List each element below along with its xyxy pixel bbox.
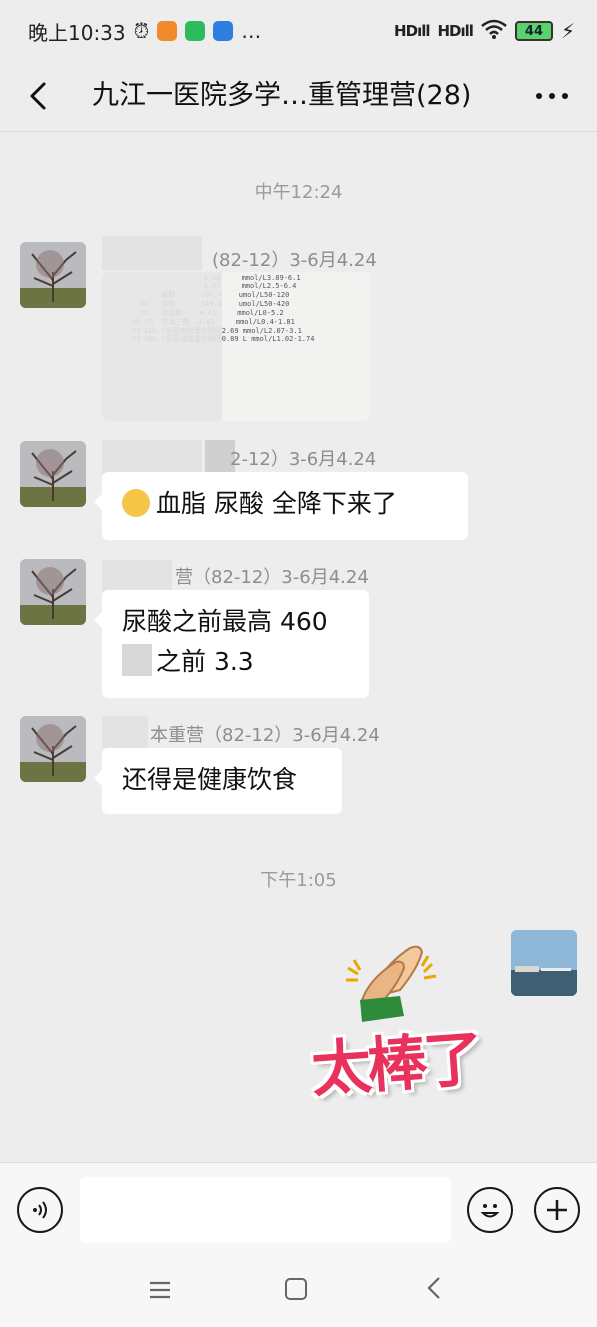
home-icon[interactable] bbox=[285, 1278, 307, 1300]
sender-name: 营（82-12）3-6月4.24 bbox=[175, 567, 369, 588]
back-chevron-icon[interactable] bbox=[22, 76, 58, 116]
header-divider bbox=[0, 131, 597, 132]
avatar[interactable] bbox=[20, 716, 86, 782]
sender-name: 本重营（82-12）3-6月4.24 bbox=[150, 725, 380, 746]
chat-timestamp: 下午1:05 bbox=[260, 870, 337, 891]
grin-emoji-icon bbox=[122, 489, 150, 517]
system-nav-bar bbox=[0, 1258, 597, 1327]
signal-icon: HDıll bbox=[394, 22, 430, 40]
blurred-name bbox=[102, 440, 202, 474]
chat-title[interactable]: 九江一医院多学…重管理营(28) bbox=[92, 74, 492, 118]
charging-icon: ⚡︎ bbox=[560, 19, 575, 43]
sender-name: 2-12）3-6月4.24 bbox=[230, 449, 377, 470]
self-avatar[interactable] bbox=[511, 930, 577, 996]
clapping-sticker[interactable]: 太棒了 bbox=[300, 938, 490, 1108]
plus-icon[interactable] bbox=[534, 1187, 580, 1233]
battery-icon: 44 bbox=[514, 21, 553, 41]
blurred-name bbox=[102, 236, 202, 270]
emoji-icon[interactable] bbox=[467, 1187, 513, 1233]
more-dots-icon[interactable] bbox=[532, 76, 572, 116]
message-text-line2: 之前 3.3 bbox=[122, 642, 349, 682]
map-notification-icon bbox=[213, 21, 234, 41]
back-icon[interactable] bbox=[424, 1272, 444, 1304]
phone-notification-icon bbox=[185, 21, 206, 41]
avatar[interactable] bbox=[20, 559, 86, 625]
more-notifications-icon: … bbox=[241, 19, 262, 43]
status-bar: 晚上10:33 ⏰︎ … HDıll HDıll 44 ⚡︎ bbox=[0, 0, 597, 62]
sticker-text: 太棒了 bbox=[309, 1024, 482, 1106]
signal-icon-2: HDıll bbox=[437, 22, 474, 40]
input-bar bbox=[0, 1162, 597, 1258]
message-text: 血脂 尿酸 全降下来了 bbox=[156, 489, 397, 518]
wifi-icon bbox=[481, 19, 507, 44]
blurred-text bbox=[122, 644, 152, 676]
message-text: 还得是健康饮食 bbox=[122, 765, 298, 794]
chat-timestamp: 中午12:24 bbox=[254, 182, 343, 203]
sender-name: (82-12）3-6月4.24 bbox=[212, 250, 377, 271]
avatar[interactable] bbox=[20, 242, 86, 308]
message-text: 尿酸之前最高 460 bbox=[122, 607, 328, 636]
voice-icon[interactable] bbox=[17, 1187, 63, 1233]
message-bubble[interactable]: 血脂 尿酸 全降下来了 bbox=[94, 472, 468, 540]
blurred-name bbox=[102, 716, 148, 748]
message-input[interactable] bbox=[80, 1177, 451, 1243]
message-bubble[interactable]: 尿酸之前最高 460 之前 3.3 bbox=[94, 590, 369, 698]
chat-header: 九江一医院多学…重管理营(28) bbox=[0, 62, 597, 130]
avatar[interactable] bbox=[20, 441, 86, 507]
photo-blur bbox=[102, 272, 222, 421]
menu-icon[interactable] bbox=[146, 1276, 174, 1304]
alarm-clock-icon: ⏰︎ bbox=[133, 19, 150, 43]
lab-report-photo[interactable]: 4.58 mmol/L3.89-6.1 5.07 mmol/L2.5-6.4 肌… bbox=[102, 272, 370, 421]
message-bubble[interactable]: 还得是健康饮食 bbox=[94, 748, 342, 814]
status-time: 晚上10:33 bbox=[28, 20, 126, 45]
app-notification-icon bbox=[157, 21, 178, 41]
blurred-name bbox=[102, 560, 172, 592]
